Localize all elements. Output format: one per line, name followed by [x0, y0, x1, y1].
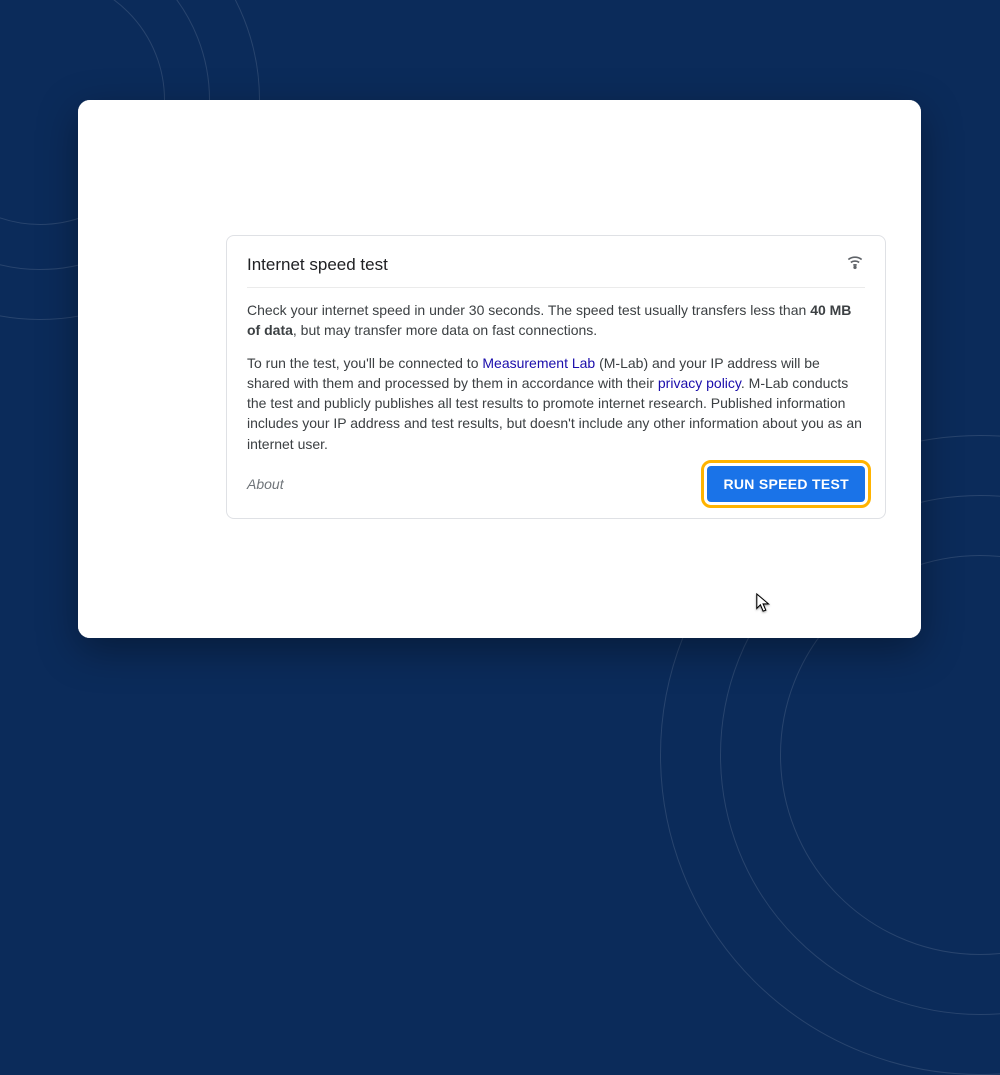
minimize-dot[interactable]: [112, 116, 124, 128]
search-query: internet speed test: [241, 211, 739, 229]
url-path: chrome://settings/clearBrowserData: [274, 156, 496, 172]
card-p1: Check your internet speed in under 30 se…: [247, 300, 865, 341]
maximize-dot[interactable]: [132, 116, 144, 128]
star-icon[interactable]: ☆: [809, 153, 825, 174]
card-title: Internet speed test: [247, 255, 388, 275]
url-divider: [263, 155, 264, 173]
profile-icon[interactable]: [871, 151, 891, 176]
mlab-link[interactable]: Measurement Lab: [482, 355, 595, 371]
close-dot[interactable]: [92, 116, 104, 128]
mouse-cursor: [755, 592, 773, 619]
speed-test-card: Internet speed test Check your internet …: [226, 235, 886, 519]
globe-icon: [177, 154, 193, 173]
toolbar: ← → ⟳ Chrome chrome://settings/clearBrow…: [78, 144, 921, 184]
privacy-link[interactable]: privacy policy: [658, 375, 741, 391]
search-icon[interactable]: [829, 207, 851, 234]
url-prefix: Chrome: [203, 156, 253, 172]
about-link[interactable]: About: [247, 476, 284, 492]
clear-icon[interactable]: ✕: [739, 208, 781, 233]
new-tab-button[interactable]: +: [291, 109, 303, 132]
back-icon[interactable]: ←: [90, 153, 108, 174]
mic-icon[interactable]: [793, 207, 815, 234]
card-p2: To run the test, you'll be connected to …: [247, 353, 865, 454]
close-tab-icon[interactable]: ✕: [255, 119, 267, 136]
run-speed-test-button[interactable]: RUN SPEED TEST: [707, 466, 865, 502]
reload-icon[interactable]: ⟳: [150, 153, 165, 174]
menu-icon[interactable]: [905, 155, 909, 173]
tab-label: Settings: [196, 120, 243, 135]
forward-icon[interactable]: →: [120, 153, 138, 174]
browser-tab-settings[interactable]: Settings ✕: [162, 110, 281, 144]
google-logo[interactable]: Google: [104, 206, 194, 238]
address-bar[interactable]: Chrome chrome://settings/clearBrowserDat…: [177, 154, 797, 173]
browser-window: Settings ✕ + ← → ⟳ Chrome chrome://setti…: [78, 100, 921, 638]
extensions-icon[interactable]: [839, 152, 857, 175]
tab-strip: Settings ✕ +: [78, 100, 921, 144]
wifi-icon: [845, 252, 865, 277]
gear-icon: [174, 119, 188, 136]
window-controls: [92, 116, 144, 128]
